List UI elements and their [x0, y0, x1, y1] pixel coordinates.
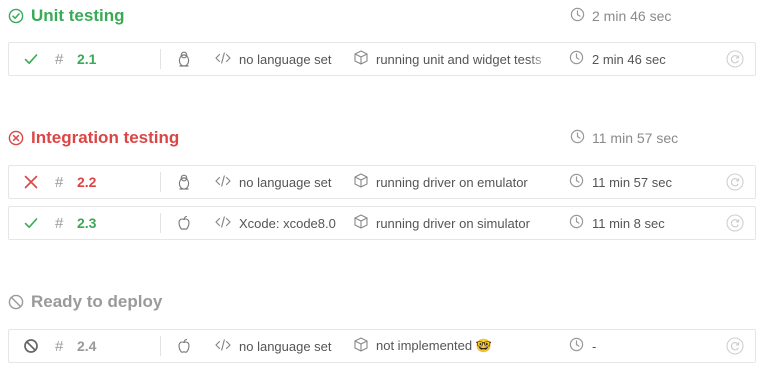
- stage-duration-text: 11 min 57 sec: [592, 130, 679, 146]
- env-text: running driver on simulator: [376, 215, 530, 231]
- stage-integration-testing-header: Integration testing 11 min 57 sec: [8, 124, 758, 152]
- stage-duration-text: 2 min 46 sec: [592, 8, 672, 24]
- clock-icon: [570, 129, 585, 147]
- restart-icon[interactable]: [726, 166, 746, 198]
- stage-ready-to-deploy-header: Ready to deploy: [8, 288, 758, 316]
- language-text: Xcode: xcode8.0: [239, 215, 336, 231]
- box-icon: [354, 50, 368, 68]
- cancel-circle-icon: [8, 294, 24, 310]
- box-icon: [354, 337, 368, 355]
- job-env: running unit and widget tests: [354, 43, 550, 75]
- restart-icon[interactable]: [726, 43, 746, 75]
- code-icon: [215, 174, 231, 190]
- hash-icon: #: [55, 50, 64, 68]
- job-number[interactable]: 2.3: [77, 207, 96, 239]
- job-duration: 11 min 57 sec: [569, 166, 672, 198]
- clock-icon: [569, 50, 584, 68]
- job-env: running driver on emulator: [354, 166, 550, 198]
- x-circle-icon: [8, 130, 24, 146]
- duration-text: 11 min 8 sec: [592, 215, 665, 231]
- stage-title: Ready to deploy: [31, 292, 163, 311]
- clock-icon: [569, 337, 584, 355]
- duration-text: 2 min 46 sec: [592, 51, 666, 67]
- divider: [160, 172, 161, 192]
- text-fade: [529, 166, 553, 198]
- text-fade: [529, 207, 553, 239]
- job-language: no language set: [215, 330, 343, 362]
- code-icon: [215, 338, 231, 354]
- code-icon: [215, 215, 231, 231]
- stage-title: Unit testing: [31, 6, 125, 25]
- job-language: no language set: [215, 43, 343, 75]
- job-duration: -: [569, 330, 596, 362]
- language-text: no language set: [239, 338, 332, 354]
- job-language: no language set: [215, 166, 343, 198]
- language-text: no language set: [239, 174, 332, 190]
- job-duration: 2 min 46 sec: [569, 43, 666, 75]
- job-env: running driver on simulator: [354, 207, 550, 239]
- check-icon: [23, 43, 43, 75]
- clock-icon: [569, 214, 584, 232]
- x-icon: [23, 166, 43, 198]
- check-icon: [23, 207, 43, 239]
- language-text: no language set: [239, 51, 332, 67]
- box-icon: [354, 214, 368, 232]
- divider: [160, 213, 161, 233]
- code-icon: [215, 51, 231, 67]
- text-fade: [529, 43, 553, 75]
- job-row-2-3[interactable]: # 2.3 Xcode: xcode8.0 running driver on …: [8, 206, 756, 240]
- divider: [160, 49, 161, 69]
- linux-tux-icon: [177, 43, 193, 75]
- clock-icon: [569, 173, 584, 191]
- apple-icon: [177, 330, 193, 362]
- job-number[interactable]: 2.4: [77, 330, 96, 362]
- box-icon: [354, 173, 368, 191]
- restart-icon[interactable]: [726, 207, 746, 239]
- job-env: not implemented 🤓: [354, 330, 550, 362]
- hash-icon: #: [55, 337, 64, 355]
- linux-tux-icon: [177, 166, 193, 198]
- hash-icon: #: [55, 214, 64, 232]
- duration-text: -: [592, 338, 597, 354]
- job-number[interactable]: 2.1: [77, 43, 96, 75]
- stage-duration: 11 min 57 sec: [570, 129, 678, 147]
- job-language: Xcode: xcode8.0: [215, 207, 343, 239]
- job-row-2-2[interactable]: # 2.2 no language set running driver on …: [8, 165, 756, 199]
- hash-icon: #: [55, 173, 64, 191]
- stage-title: Integration testing: [31, 128, 180, 147]
- env-text: running unit and widget tests: [376, 51, 542, 67]
- stage-duration: 2 min 46 sec: [570, 7, 671, 25]
- duration-text: 11 min 57 sec: [592, 174, 672, 190]
- job-row-2-1[interactable]: # 2.1 no language set running unit and w…: [8, 42, 756, 76]
- divider: [160, 336, 161, 356]
- cancel-icon: [23, 330, 43, 362]
- clock-icon: [570, 7, 585, 25]
- check-circle-icon: [8, 8, 24, 24]
- job-duration: 11 min 8 sec: [569, 207, 665, 239]
- job-row-2-4[interactable]: # 2.4 no language set not implemented 🤓 …: [8, 329, 756, 363]
- env-text: not implemented 🤓: [376, 338, 492, 353]
- restart-icon[interactable]: [726, 330, 746, 362]
- job-number[interactable]: 2.2: [77, 166, 96, 198]
- stage-unit-testing-header: Unit testing 2 min 46 sec: [8, 2, 758, 30]
- env-text: running driver on emulator: [376, 174, 528, 190]
- apple-icon: [177, 207, 193, 239]
